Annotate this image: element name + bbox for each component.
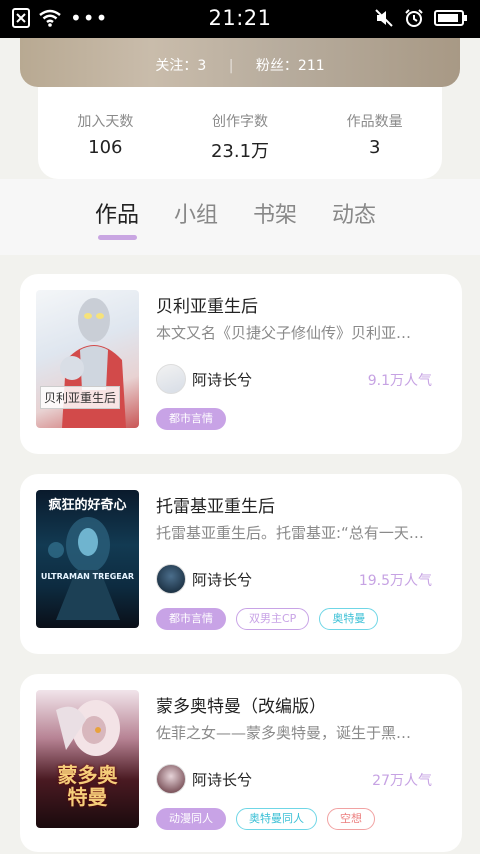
cover-title: 疯狂的好奇心 [48, 498, 127, 513]
follow-stats: 关注：3 | 粉丝：211 [20, 55, 460, 75]
stat-label: 创作字数 [212, 114, 268, 130]
tab-bookshelf[interactable]: 书架 [253, 197, 297, 229]
author-info[interactable]: 阿诗长兮 [156, 364, 252, 394]
stat-value: 106 [88, 137, 123, 158]
alarm-icon [405, 9, 423, 27]
tab-groups[interactable]: 小组 [174, 197, 218, 229]
popularity: 19.5万人气 [358, 573, 432, 589]
stat-label: 加入天数 [77, 114, 134, 130]
divider: | [228, 58, 234, 74]
stat-word-count: 创作字数 23.1万 [173, 87, 308, 179]
fans-count[interactable]: 粉丝：211 [256, 58, 325, 74]
profile-banner: 关注：3 | 粉丝：211 [20, 38, 460, 87]
tab-label: 书架 [253, 203, 298, 228]
book-cover[interactable]: 疯狂的好奇心 ULTRAMAN TREGEAR [36, 490, 139, 628]
follow-count[interactable]: 关注：3 [155, 58, 206, 74]
stat-value: 3 [368, 137, 381, 158]
cover-subtitle: ULTRAMAN TREGEAR [40, 572, 135, 581]
book-description: 佐菲之女——蒙多奥特曼，诞生于黑… [156, 724, 412, 742]
cover-title: 蒙多奥特曼 [57, 763, 118, 809]
avatar [156, 364, 186, 394]
status-bar: ••• 21:21 [0, 0, 480, 38]
book-description: 本文又名《贝捷父子修仙传》贝利亚… [156, 324, 412, 342]
tag-list: 动漫同人 奥特曼同人 空想 [156, 808, 375, 830]
stat-value: 23.1万 [210, 141, 270, 162]
mute-icon [375, 9, 393, 27]
stat-label: 作品数量 [346, 114, 403, 130]
author-name: 阿诗长兮 [192, 770, 253, 789]
tag[interactable]: 都市言情 [156, 608, 226, 630]
tab-label: 作品 [95, 203, 140, 228]
tag-list: 都市言情 双男主CP 奥特曼 [156, 608, 379, 630]
book-cover[interactable]: 蒙多奥特曼 [36, 690, 139, 828]
book-cover[interactable]: 贝利亚重生后 [36, 290, 139, 428]
book-card[interactable]: 贝利亚重生后 贝利亚重生后 本文又名《贝捷父子修仙传》贝利亚… 阿诗长兮 9.1… [20, 274, 462, 454]
tag[interactable]: 都市言情 [156, 408, 226, 430]
avatar [156, 564, 186, 594]
tag[interactable]: 奥特曼同人 [236, 808, 317, 830]
avatar [156, 764, 186, 794]
author-name: 阿诗长兮 [192, 370, 253, 389]
tag[interactable]: 双男主CP [236, 608, 310, 630]
book-title[interactable]: 托雷基亚重生后 [156, 492, 275, 517]
popularity: 27万人气 [372, 773, 432, 789]
status-right [374, 8, 468, 28]
book-title[interactable]: 蒙多奥特曼（改编版） [156, 692, 326, 717]
book-card[interactable]: 疯狂的好奇心 ULTRAMAN TREGEAR 托雷基亚重生后 托雷基亚重生后。… [20, 474, 462, 654]
tab-label: 动态 [332, 203, 377, 228]
cover-title: 贝利亚重生后 [40, 386, 121, 409]
active-tab-indicator [98, 235, 137, 240]
book-title[interactable]: 贝利亚重生后 [156, 292, 258, 317]
creator-stats-card: 加入天数 106 创作字数 23.1万 作品数量 3 [38, 87, 442, 179]
tab-label: 小组 [174, 203, 219, 228]
author-name: 阿诗长兮 [192, 570, 253, 589]
author-info[interactable]: 阿诗长兮 [156, 564, 252, 594]
tag[interactable]: 奥特曼 [319, 608, 379, 630]
stat-join-days: 加入天数 106 [38, 87, 173, 179]
tag[interactable]: 空想 [327, 808, 375, 830]
book-description: 托雷基亚重生后。托雷基亚:“总有一天… [156, 524, 424, 542]
tag-list: 都市言情 [156, 408, 226, 430]
book-card[interactable]: 蒙多奥特曼 蒙多奥特曼（改编版） 佐菲之女——蒙多奥特曼，诞生于黑… 阿诗长兮 … [20, 674, 462, 852]
tab-activity[interactable]: 动态 [332, 197, 376, 229]
author-info[interactable]: 阿诗长兮 [156, 764, 252, 794]
popularity: 9.1万人气 [367, 373, 432, 389]
tag[interactable]: 动漫同人 [156, 808, 226, 830]
tab-works[interactable]: 作品 [95, 197, 140, 240]
stat-works-count: 作品数量 3 [307, 87, 442, 179]
profile-tabs: 作品 小组 书架 动态 [95, 197, 376, 240]
battery-icon [434, 10, 467, 26]
